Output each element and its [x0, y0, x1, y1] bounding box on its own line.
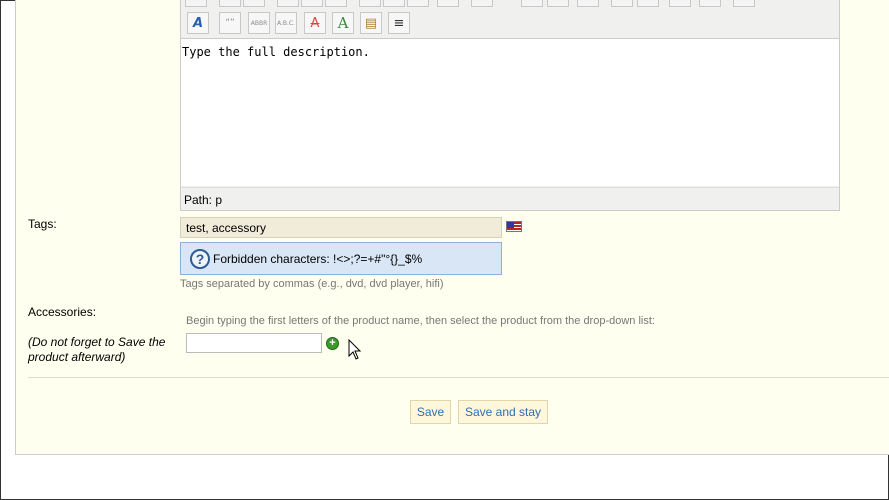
tags-input[interactable]: test, accessory — [180, 217, 502, 238]
toolbar-button-cut[interactable] — [243, 0, 265, 7]
abbr-icon[interactable]: ABBR — [248, 12, 270, 34]
save-and-stay-button[interactable]: Save and stay — [458, 400, 548, 424]
save-button[interactable]: Save — [410, 400, 451, 424]
toolbar-button-cut[interactable] — [383, 0, 405, 7]
editor-path-label: Path: p — [184, 193, 223, 207]
strikethrough-icon[interactable]: A — [304, 12, 326, 34]
editor-content-area[interactable]: Type the full description. — [181, 39, 839, 186]
toolbar-button-cut[interactable] — [301, 0, 323, 7]
accessories-label: Accessories: — [28, 305, 97, 319]
acronym-icon[interactable]: A.B.C. — [275, 12, 297, 34]
attributes-icon[interactable]: ▤ — [360, 12, 382, 34]
toolbar-button-cut[interactable] — [547, 0, 569, 7]
insert-hr-icon[interactable]: ≡ — [388, 12, 410, 34]
editor-statusbar: Path: p — [181, 187, 839, 210]
toolbar-button-cut[interactable] — [699, 0, 721, 7]
add-accessory-icon[interactable]: + — [326, 337, 339, 350]
text-color-icon[interactable]: A — [332, 12, 354, 34]
forbidden-characters-text: Forbidden characters: !<>;?=+#"°{}_$% — [213, 251, 423, 266]
us-flag-icon[interactable] — [506, 221, 522, 232]
toolbar-button-cut[interactable] — [577, 0, 599, 7]
toolbar-button-cut[interactable] — [437, 0, 459, 7]
description-editor: A “” ABBR A.B.C. A A ▤ ≡ Type the full d… — [180, 0, 840, 211]
toolbar-button-cut[interactable] — [611, 0, 633, 7]
toolbar-button-cut[interactable] — [637, 0, 659, 7]
tags-label: Tags: — [28, 217, 57, 231]
accessories-note: (Do not forget to Save the product after… — [28, 335, 166, 364]
toolbar-button-cut[interactable] — [733, 0, 755, 7]
form-divider — [28, 377, 889, 378]
toolbar-button-cut[interactable] — [219, 0, 241, 7]
mouse-cursor-icon — [348, 339, 362, 360]
toolbar-button-cut[interactable] — [277, 0, 299, 7]
blockquote-icon[interactable]: “” — [219, 12, 241, 34]
font-color-icon[interactable]: A — [187, 12, 209, 34]
editor-toolbar: A “” ABBR A.B.C. A A ▤ ≡ — [181, 0, 839, 39]
editor-content-text: Type the full description. — [182, 45, 370, 59]
toolbar-button-cut[interactable] — [669, 0, 691, 7]
toolbar-button-cut[interactable] — [471, 0, 493, 7]
toolbar-button-cut[interactable] — [325, 0, 347, 7]
toolbar-button-cut[interactable] — [407, 0, 429, 7]
toolbar-button-cut[interactable] — [185, 0, 207, 7]
forbidden-characters-hint: ? Forbidden characters: !<>;?=+#"°{}_$% — [180, 242, 502, 275]
toolbar-button-cut[interactable] — [359, 0, 381, 7]
tags-help-text: Tags separated by commas (e.g., dvd, dvd… — [180, 278, 444, 290]
help-question-icon: ? — [190, 248, 210, 269]
accessory-search-input[interactable] — [186, 333, 322, 353]
toolbar-button-cut[interactable] — [521, 0, 543, 7]
accessories-instruction: Begin typing the first letters of the pr… — [186, 315, 655, 327]
